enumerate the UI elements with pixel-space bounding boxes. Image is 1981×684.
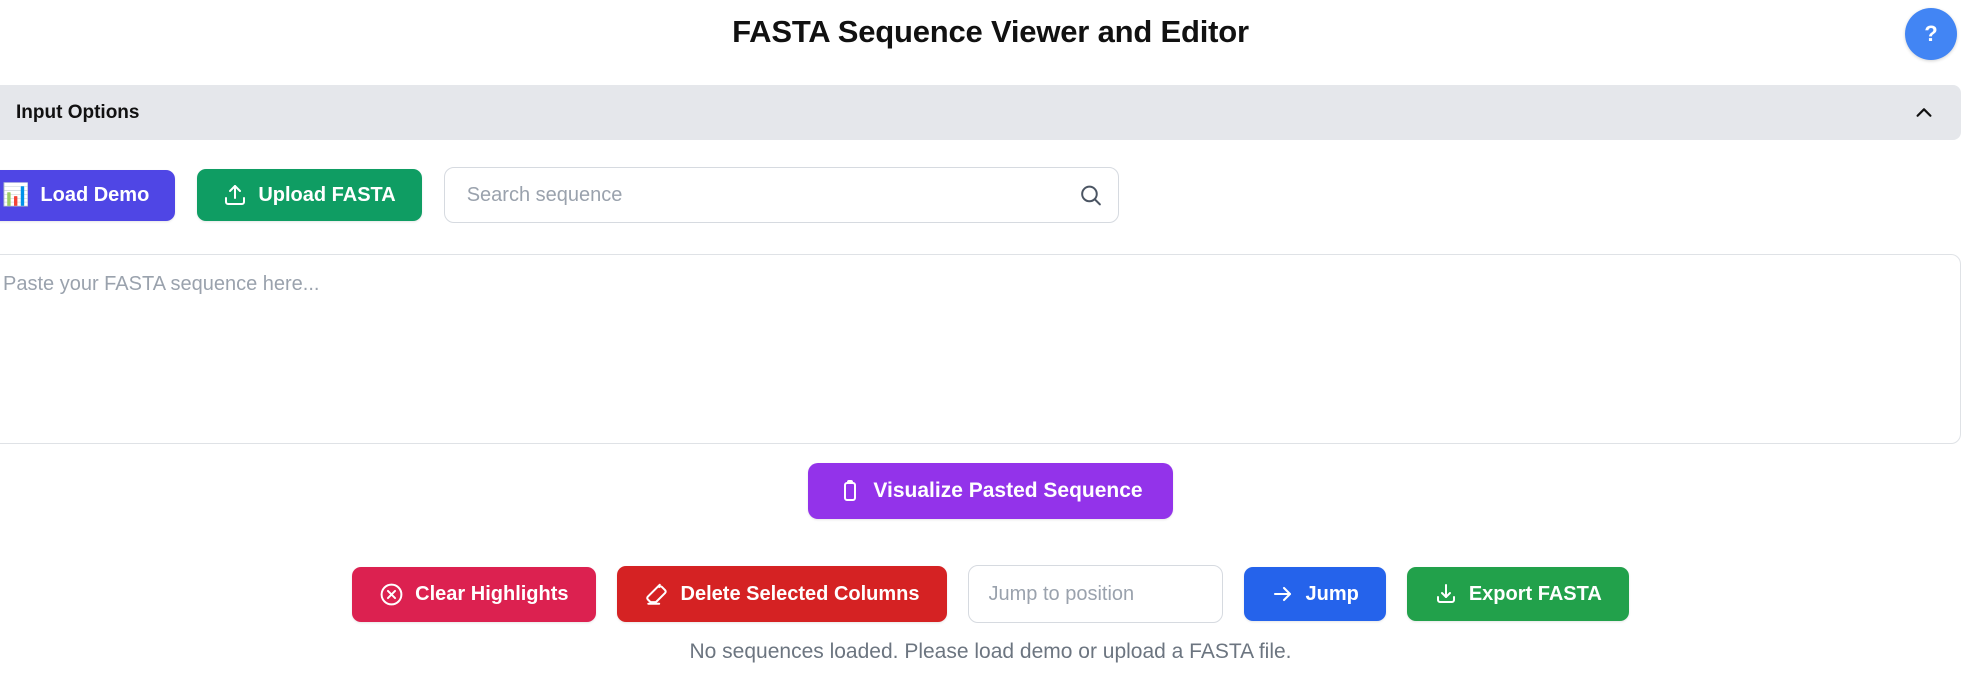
load-demo-button[interactable]: 📊 Load Demo (0, 169, 176, 221)
visualize-pasted-sequence-button[interactable]: Visualize Pasted Sequence (808, 463, 1173, 519)
upload-fasta-label: Upload FASTA (258, 183, 396, 206)
bar-chart-icon: 📊 (2, 182, 30, 207)
page-title: FASTA Sequence Viewer and Editor (732, 14, 1249, 49)
load-demo-label: Load Demo (40, 183, 150, 206)
eraser-icon (644, 581, 670, 607)
download-icon (1434, 582, 1458, 606)
search-icon[interactable] (1078, 183, 1103, 208)
search-field-wrapper (443, 167, 1119, 223)
upload-fasta-button[interactable]: Upload FASTA (197, 169, 422, 221)
help-button[interactable]: ? (1905, 8, 1957, 60)
delete-selected-columns-button[interactable]: Delete Selected Columns (616, 566, 947, 622)
search-input[interactable] (443, 167, 1119, 223)
visualize-label: Visualize Pasted Sequence (873, 479, 1143, 502)
x-circle-icon (379, 582, 404, 607)
clipboard-icon (838, 479, 862, 503)
chevron-up-icon[interactable] (1913, 102, 1935, 124)
input-options-accordion-header[interactable]: Input Options (0, 85, 1961, 140)
delete-columns-label: Delete Selected Columns (680, 582, 920, 605)
upload-icon (223, 183, 247, 207)
clear-highlights-label: Clear Highlights (415, 582, 569, 605)
arrow-right-icon (1271, 582, 1295, 606)
input-options-label: Input Options (16, 101, 140, 123)
jump-label: Jump (1305, 582, 1359, 605)
input-actions-row: 📊 Load Demo Upload FASTA (0, 167, 1119, 223)
visualize-row: Visualize Pasted Sequence (0, 463, 1981, 519)
app-header: FASTA Sequence Viewer and Editor ? (0, 0, 1981, 78)
export-fasta-label: Export FASTA (1468, 582, 1602, 605)
export-fasta-button[interactable]: Export FASTA (1406, 567, 1629, 621)
fasta-paste-textarea[interactable] (0, 254, 1961, 444)
clear-highlights-button[interactable]: Clear Highlights (352, 566, 596, 622)
editor-toolbar: Clear Highlights Delete Selected Columns… (0, 565, 1981, 623)
status-message: No sequences loaded. Please load demo or… (689, 640, 1292, 663)
question-mark-icon: ? (1924, 21, 1938, 46)
jump-button[interactable]: Jump (1243, 567, 1386, 621)
jump-to-position-input[interactable] (967, 565, 1223, 623)
